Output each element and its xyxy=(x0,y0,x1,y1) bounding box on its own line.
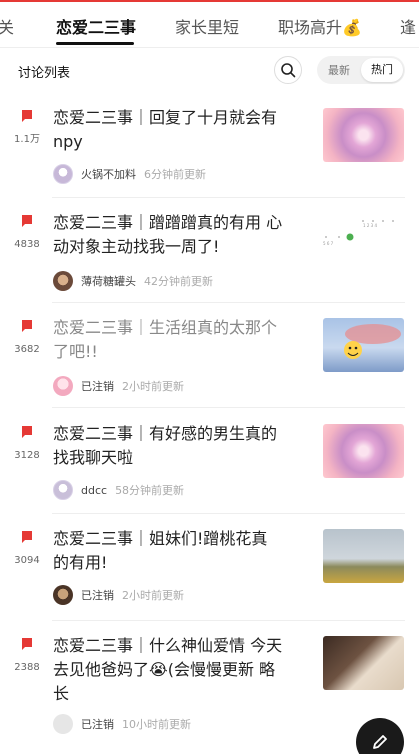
svg-text:5 6 7: 5 6 7 xyxy=(323,241,334,246)
flag-icon xyxy=(22,426,32,438)
sort-hot-option[interactable]: 热门 xyxy=(361,58,403,82)
vote-block[interactable]: 4838 xyxy=(12,215,42,251)
pencil-icon xyxy=(373,735,387,749)
divider xyxy=(52,620,405,621)
author-name[interactable]: 已注销 xyxy=(81,378,114,394)
tab-partial-right[interactable]: 逢 xyxy=(400,14,416,38)
tab-love[interactable]: 恋爱二三事 xyxy=(56,14,136,38)
update-time: 42分钟前更新 xyxy=(144,275,213,288)
avatar[interactable] xyxy=(53,271,73,291)
divider xyxy=(52,197,405,198)
post-meta: ddcc 58分钟前更新 xyxy=(53,480,184,500)
avatar[interactable] xyxy=(53,585,73,605)
search-icon xyxy=(281,63,296,78)
active-tab-indicator xyxy=(56,42,134,45)
update-time: 2小时前更新 xyxy=(122,589,184,602)
post-thumbnail[interactable] xyxy=(323,108,404,162)
list-item[interactable]: 1.1万 恋爱二三事｜回复了十月就会有 npy 火锅不加料 6分钟前更新 xyxy=(0,108,419,198)
author-name[interactable]: 薄荷糖罐头 xyxy=(81,273,136,289)
update-time: 58分钟前更新 xyxy=(115,484,185,497)
discussion-header: 讨论列表 最新 热门 xyxy=(0,48,419,94)
post-title[interactable]: 恋爱二三事｜姐妹们!蹭桃花真 的有用! xyxy=(53,527,267,575)
post-title[interactable]: 恋爱二三事｜生活组真的太那个 了吧!! xyxy=(53,316,277,364)
avatar[interactable] xyxy=(53,164,73,184)
post-title[interactable]: 恋爱二三事｜回复了十月就会有 npy xyxy=(53,106,277,154)
avatar[interactable] xyxy=(53,714,73,734)
post-meta: 已注销 2小时前更新 xyxy=(53,585,184,605)
section-title: 讨论列表 xyxy=(18,66,71,81)
update-time: 6分钟前更新 xyxy=(144,168,206,181)
sort-toggle: 最新 热门 xyxy=(317,56,405,84)
tab-partial-left[interactable]: 关 xyxy=(0,14,14,38)
post-thumbnail[interactable] xyxy=(323,529,404,583)
list-item[interactable]: 4838 恋爱二三事｜蹭蹭蹭真的有用 心 动对象主动找我一周了! 薄荷糖罐头 4… xyxy=(0,213,419,303)
flag-icon xyxy=(22,638,32,650)
vote-count: 1.1万 xyxy=(14,134,40,145)
post-title[interactable]: 恋爱二三事｜有好感的男生真的 找我聊天啦 xyxy=(53,422,277,470)
post-meta: 火锅不加料 6分钟前更新 xyxy=(53,164,206,184)
post-meta: 薄荷糖罐头 42分钟前更新 xyxy=(53,271,213,291)
author-name[interactable]: 已注销 xyxy=(81,587,114,603)
flag-icon xyxy=(22,531,32,543)
vote-block[interactable]: 1.1万 xyxy=(12,110,42,146)
divider xyxy=(52,513,405,514)
list-item[interactable]: 3682 恋爱二三事｜生活组真的太那个 了吧!! 已注销 2小时前更新 xyxy=(0,318,419,408)
flag-icon xyxy=(22,110,32,122)
post-thumbnail[interactable] xyxy=(323,636,404,690)
avatar[interactable] xyxy=(53,376,73,396)
sort-latest-option[interactable]: 最新 xyxy=(328,62,350,78)
vote-block[interactable]: 3682 xyxy=(12,320,42,356)
app-frame: 关 恋爱二三事 家长里短 职场高升💰 逢 讨论列表 最新 热门 1.1万 恋爱二… xyxy=(0,0,419,754)
svg-text:1 2 3 4: 1 2 3 4 xyxy=(363,223,377,228)
tab-career[interactable]: 职场高升💰 xyxy=(278,14,362,38)
calendar-thumbnail-graphic: 1 2 3 4 5 6 7 xyxy=(323,220,394,246)
tab-bar: 关 恋爱二三事 家长里短 职场高升💰 逢 xyxy=(0,2,419,48)
divider xyxy=(52,302,405,303)
author-name[interactable]: ddcc xyxy=(81,484,107,497)
tab-family[interactable]: 家长里短 xyxy=(175,14,239,38)
vote-block[interactable]: 3094 xyxy=(12,531,42,567)
post-thumbnail[interactable]: 1 2 3 4 5 6 7 xyxy=(323,213,404,267)
flag-icon xyxy=(22,320,32,332)
post-thumbnail[interactable] xyxy=(323,318,404,372)
avatar[interactable] xyxy=(53,480,73,500)
post-title[interactable]: 恋爱二三事｜蹭蹭蹭真的有用 心 动对象主动找我一周了! xyxy=(53,211,282,259)
vote-count: 3682 xyxy=(14,344,40,355)
update-time: 10小时前更新 xyxy=(122,718,191,731)
cartoon-thumbnail-graphic xyxy=(344,324,401,359)
flag-icon xyxy=(22,215,32,227)
author-name[interactable]: 已注销 xyxy=(81,716,114,732)
post-thumbnail[interactable] xyxy=(323,424,404,478)
vote-count: 2388 xyxy=(14,662,40,673)
list-item[interactable]: 3128 恋爱二三事｜有好感的男生真的 找我聊天啦 ddcc 58分钟前更新 xyxy=(0,424,419,514)
vote-count: 4838 xyxy=(14,239,40,250)
update-time: 2小时前更新 xyxy=(122,380,184,393)
vote-block[interactable]: 2388 xyxy=(12,638,42,674)
divider xyxy=(52,407,405,408)
list-item[interactable]: 3094 恋爱二三事｜姐妹们!蹭桃花真 的有用! 已注销 2小时前更新 xyxy=(0,529,419,621)
post-meta: 已注销 10小时前更新 xyxy=(53,714,191,734)
post-title[interactable]: 恋爱二三事｜什么神仙爱情 今天 去见他爸妈了😭(会慢慢更新 略 长 xyxy=(53,634,282,706)
vote-count: 3094 xyxy=(14,555,40,566)
vote-block[interactable]: 3128 xyxy=(12,426,42,462)
list-item[interactable]: 2388 恋爱二三事｜什么神仙爱情 今天 去见他爸妈了😭(会慢慢更新 略 长 已… xyxy=(0,636,419,748)
author-name[interactable]: 火锅不加料 xyxy=(81,166,136,182)
vote-count: 3128 xyxy=(14,450,40,461)
post-meta: 已注销 2小时前更新 xyxy=(53,376,184,396)
search-button[interactable] xyxy=(274,56,302,84)
